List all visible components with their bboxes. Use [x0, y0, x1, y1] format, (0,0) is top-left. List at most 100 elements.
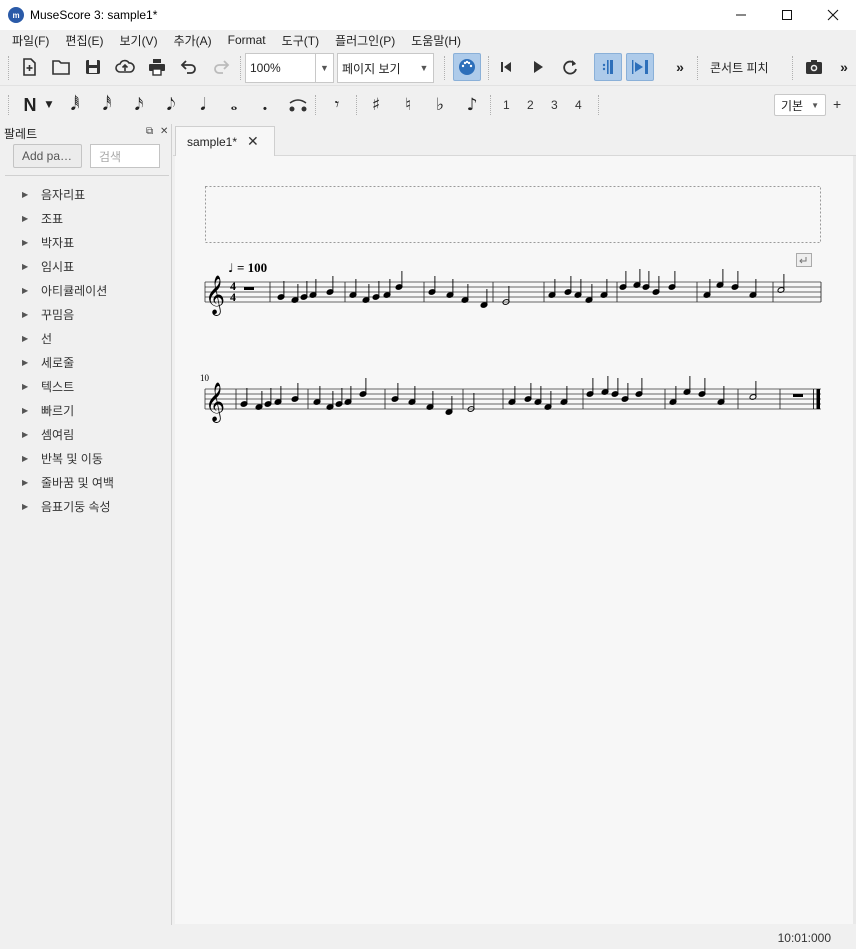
open-button[interactable]	[47, 53, 75, 81]
toolbar-overflow-button[interactable]: »	[666, 53, 694, 81]
palette-search-input[interactable]: 검색	[90, 144, 160, 168]
toolbar-overflow-button[interactable]: »	[834, 53, 854, 81]
new-score-button[interactable]	[15, 53, 43, 81]
zoom-combobox[interactable]: 100% ▼	[245, 53, 334, 83]
expand-arrow-icon: ▶	[22, 285, 29, 295]
voice-1-button[interactable]: 1	[503, 98, 510, 112]
maximize-button[interactable]	[764, 0, 810, 30]
voice-2-button[interactable]: 2	[527, 98, 534, 112]
palette-item-label: 셈여림	[41, 427, 75, 442]
add-palettes-button[interactable]: Add pa…	[13, 144, 82, 168]
close-window-button[interactable]	[810, 0, 856, 30]
duration-whole-button[interactable]: 𝅝	[221, 93, 247, 117]
palette-header: 팔레트 ⧉ ✕	[0, 124, 171, 142]
view-mode-combobox[interactable]: 페이지 보기 ▼	[337, 53, 434, 83]
undock-icon[interactable]: ⧉	[146, 126, 153, 137]
palette-item-clefs[interactable]: ▶ 음자리표	[0, 182, 172, 206]
palette-item-repeats-jumps[interactable]: ▶ 반복 및 이동	[0, 446, 172, 470]
menu-plugins[interactable]: 플러그인(P)	[327, 32, 403, 49]
final-barline[interactable]	[816, 389, 821, 409]
menu-add[interactable]: 추가(A)	[166, 32, 220, 49]
play-repeats-button[interactable]	[594, 53, 622, 81]
palette-item-tempo[interactable]: ▶ 빠르기	[0, 398, 172, 422]
menu-help[interactable]: 도움말(H)	[403, 32, 469, 49]
staff-system-1[interactable]: 𝄞 4 4	[204, 269, 822, 316]
duration-64th-button[interactable]: 𝅘𝅥𝅱	[62, 93, 88, 117]
palette-item-beam-properties[interactable]: ▶ 음표기둥 속성	[0, 494, 172, 518]
add-workspace-button[interactable]: +	[833, 96, 841, 112]
title-frame[interactable]	[205, 186, 821, 243]
undo-icon	[180, 60, 196, 74]
treble-clef-icon[interactable]: 𝄞	[205, 382, 225, 423]
menu-format[interactable]: Format	[220, 33, 274, 47]
augmentation-dot-button[interactable]: .	[252, 93, 278, 117]
pan-score-button[interactable]	[626, 53, 654, 81]
duration-eighth-button[interactable]: 𝅘𝅥𝅮	[158, 93, 184, 117]
whole-rest[interactable]	[244, 287, 254, 290]
voice-4-button[interactable]: 4	[575, 98, 582, 112]
loop-button[interactable]	[556, 53, 584, 81]
minimize-button[interactable]	[718, 0, 764, 30]
tempo-marking[interactable]: = 100	[237, 260, 267, 275]
tempo-note-icon[interactable]: ♩	[228, 261, 234, 275]
toolbar-grip	[8, 95, 10, 115]
save-button[interactable]	[79, 53, 107, 81]
rest-button[interactable]: 𝄾	[324, 93, 350, 117]
staff-system-2[interactable]: 𝄞	[204, 376, 821, 423]
menu-edit[interactable]: 편집(E)	[57, 32, 111, 49]
expand-arrow-icon: ▶	[22, 381, 29, 391]
tab-sample1[interactable]: sample1* ✕	[175, 126, 275, 156]
duration-quarter-button[interactable]: 𝅘𝅥	[190, 93, 216, 117]
toolbar-grip	[444, 56, 446, 80]
voice-3-button[interactable]: 3	[551, 98, 558, 112]
score-canvas[interactable]: ♩ = 100 10 𝄞 4 4 𝄞	[175, 156, 853, 924]
close-panel-icon[interactable]: ✕	[160, 126, 168, 137]
midi-input-button[interactable]	[453, 53, 481, 81]
menu-file[interactable]: 파일(F)	[4, 32, 57, 49]
print-button[interactable]	[143, 53, 171, 81]
natural-button[interactable]: ♮	[395, 93, 421, 117]
chevron-down-icon: ▼	[45, 100, 53, 110]
whole-rest[interactable]	[793, 394, 803, 397]
toolbar-grip	[356, 95, 358, 115]
note-input-mode-dropdown[interactable]: ▼	[40, 93, 58, 117]
palette-item-label: 박자표	[41, 235, 75, 250]
palette-panel: 팔레트 ⧉ ✕ Add pa… 검색 ▶ 음자리표 ▶ 조표 ▶ 박자표 ▶ 임시표 ▶…	[0, 124, 172, 949]
palette-item-dynamics[interactable]: ▶ 셈여림	[0, 422, 172, 446]
undo-button[interactable]	[175, 53, 203, 81]
palette-item-accidentals[interactable]: ▶ 임시표	[0, 254, 172, 278]
flat-button[interactable]: ♭	[427, 93, 453, 117]
line-break-icon[interactable]	[796, 253, 812, 267]
menu-view[interactable]: 보기(V)	[111, 32, 165, 49]
workspace-combobox[interactable]: 기본 ▼	[774, 94, 826, 116]
play-button[interactable]	[524, 53, 552, 81]
redo-button[interactable]	[207, 53, 235, 81]
palette-item-articulations[interactable]: ▶ 아티큘레이션	[0, 278, 172, 302]
duration-32nd-button[interactable]: 𝅘𝅥𝅰	[94, 93, 120, 117]
flip-direction-button[interactable]: ♪	[459, 93, 485, 117]
duration-16th-button[interactable]: 𝅘𝅥𝅯	[126, 93, 152, 117]
menu-tools[interactable]: 도구(T)	[274, 32, 327, 49]
concert-pitch-button[interactable]: 콘서트 피치	[702, 59, 777, 76]
sharp-icon: ♯	[371, 95, 381, 115]
image-capture-button[interactable]	[800, 53, 828, 81]
palette-item-time-signatures[interactable]: ▶ 박자표	[0, 230, 172, 254]
eighth-note-icon: 𝅘𝅥𝅮	[166, 95, 176, 115]
palette-item-text[interactable]: ▶ 텍스트	[0, 374, 172, 398]
tie-button[interactable]	[285, 93, 311, 117]
expand-arrow-icon: ▶	[22, 453, 29, 463]
palette-item-ornaments[interactable]: ▶ 꾸밈음	[0, 302, 172, 326]
rewind-button[interactable]	[492, 53, 520, 81]
palette-item-barlines[interactable]: ▶ 세로줄	[0, 350, 172, 374]
treble-clef-icon[interactable]: 𝄞	[205, 275, 225, 316]
palette-item-key-signatures[interactable]: ▶ 조표	[0, 206, 172, 230]
palette-item-breaks-spacers[interactable]: ▶ 줄바꿈 및 여백	[0, 470, 172, 494]
sharp-button[interactable]: ♯	[363, 93, 389, 117]
repeat-barline-icon	[602, 60, 613, 74]
upload-button[interactable]	[111, 53, 139, 81]
time-signature-denominator[interactable]: 4	[230, 290, 236, 304]
palette-item-lines[interactable]: ▶ 선	[0, 326, 172, 350]
midi-icon	[459, 59, 475, 75]
close-tab-icon[interactable]: ✕	[247, 133, 259, 150]
score-page[interactable]: ♩ = 100 10 𝄞 4 4 𝄞	[175, 156, 853, 924]
